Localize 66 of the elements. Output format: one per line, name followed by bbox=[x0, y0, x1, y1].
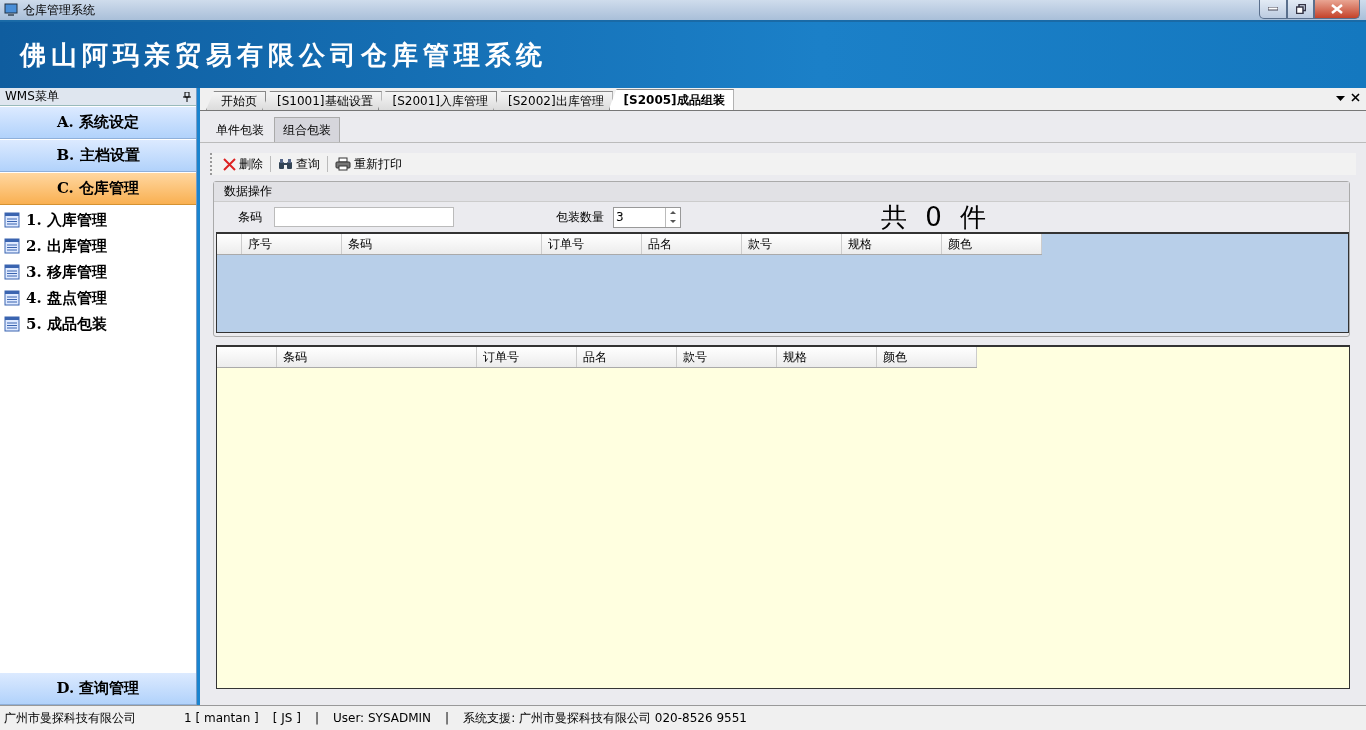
minimize-button[interactable] bbox=[1259, 0, 1287, 19]
column-header[interactable]: 品名 bbox=[642, 234, 742, 254]
panel-title: 数据操作 bbox=[224, 183, 272, 200]
sub-tab[interactable]: 组合包装 bbox=[274, 117, 340, 142]
quantity-spinner[interactable]: 3 bbox=[613, 206, 681, 228]
toolbar-button[interactable]: 查询 bbox=[275, 155, 323, 173]
pin-icon[interactable] bbox=[183, 91, 191, 102]
list-icon bbox=[4, 264, 20, 280]
toolbar-button[interactable]: 删除 bbox=[220, 155, 266, 173]
status-text: 1 [ mantan ] bbox=[184, 711, 259, 725]
menu-item[interactable]: 4. 盘点管理 bbox=[0, 285, 196, 311]
column-header[interactable]: 规格 bbox=[842, 234, 942, 254]
menu-group[interactable]: D. 查询管理 bbox=[0, 672, 196, 705]
column-header[interactable]: 颜色 bbox=[942, 234, 1042, 254]
status-text: [ JS ] bbox=[272, 711, 301, 725]
list-icon bbox=[4, 238, 20, 254]
column-header[interactable]: 款号 bbox=[677, 347, 777, 367]
menu-item[interactable]: 2. 出库管理 bbox=[0, 233, 196, 259]
document-tab[interactable]: [S2002]出库管理 bbox=[493, 91, 613, 110]
close-button[interactable] bbox=[1314, 0, 1360, 19]
menu-item[interactable]: 5. 成品包装 bbox=[0, 311, 196, 337]
binoculars-icon bbox=[278, 158, 293, 170]
document-tab[interactable]: [S2005]成品组装 bbox=[608, 89, 734, 110]
monitor-icon bbox=[4, 3, 18, 17]
column-header[interactable]: 款号 bbox=[742, 234, 842, 254]
dropdown-icon[interactable] bbox=[1336, 93, 1345, 102]
printer-icon bbox=[335, 157, 351, 171]
column-header[interactable]: 条码 bbox=[277, 347, 477, 367]
document-tab[interactable]: [S1001]基础设置 bbox=[262, 91, 382, 110]
document-tab[interactable]: [S2001]入库管理 bbox=[377, 91, 498, 110]
list-icon bbox=[4, 212, 20, 228]
menu-item[interactable]: 3. 移库管理 bbox=[0, 259, 196, 285]
column-header[interactable]: 序号 bbox=[242, 234, 342, 254]
restore-button[interactable] bbox=[1287, 0, 1314, 19]
minimize-icon bbox=[1268, 7, 1278, 11]
menu-group[interactable]: C. 仓库管理 bbox=[0, 172, 196, 205]
total-count: 共 0 件 bbox=[881, 200, 988, 234]
restore-icon bbox=[1295, 4, 1306, 14]
column-header[interactable]: 条码 bbox=[342, 234, 542, 254]
column-header[interactable]: 订单号 bbox=[477, 347, 577, 367]
window-title: 仓库管理系统 bbox=[23, 1, 95, 19]
barcode-label: 条码 bbox=[238, 208, 262, 226]
sidebar-title: WMS菜单 bbox=[5, 88, 59, 105]
toolbar-button[interactable]: 重新打印 bbox=[332, 155, 405, 173]
close-icon bbox=[1331, 4, 1343, 14]
menu-group[interactable]: B. 主档设置 bbox=[0, 139, 196, 172]
list-icon bbox=[4, 316, 20, 332]
delete-icon bbox=[223, 157, 236, 171]
column-header[interactable]: 颜色 bbox=[877, 347, 977, 367]
app-title: 佛山阿玛亲贸易有限公司仓库管理系统 bbox=[20, 38, 547, 72]
close-icon[interactable] bbox=[1351, 93, 1360, 102]
list-icon bbox=[4, 290, 20, 306]
column-header[interactable]: 订单号 bbox=[542, 234, 642, 254]
status-text: 广州市曼探科技有限公司 bbox=[4, 709, 136, 727]
column-header[interactable]: 品名 bbox=[577, 347, 677, 367]
barcode-field[interactable] bbox=[274, 207, 454, 227]
sub-tab[interactable]: 单件包装 bbox=[208, 118, 272, 142]
status-text: | bbox=[314, 711, 319, 725]
status-text: 系统支援: 广州市曼探科技有限公司 020-8526 9551 bbox=[463, 709, 747, 727]
quantity-label: 包装数量 bbox=[556, 208, 604, 226]
status-text: User: SYSADMIN bbox=[332, 711, 432, 725]
status-text: | bbox=[445, 711, 450, 725]
column-header[interactable]: 规格 bbox=[777, 347, 877, 367]
menu-group[interactable]: A. 系统设定 bbox=[0, 106, 196, 139]
document-tab[interactable]: 开始页 bbox=[206, 91, 266, 110]
menu-item[interactable]: 1. 入库管理 bbox=[0, 207, 196, 233]
